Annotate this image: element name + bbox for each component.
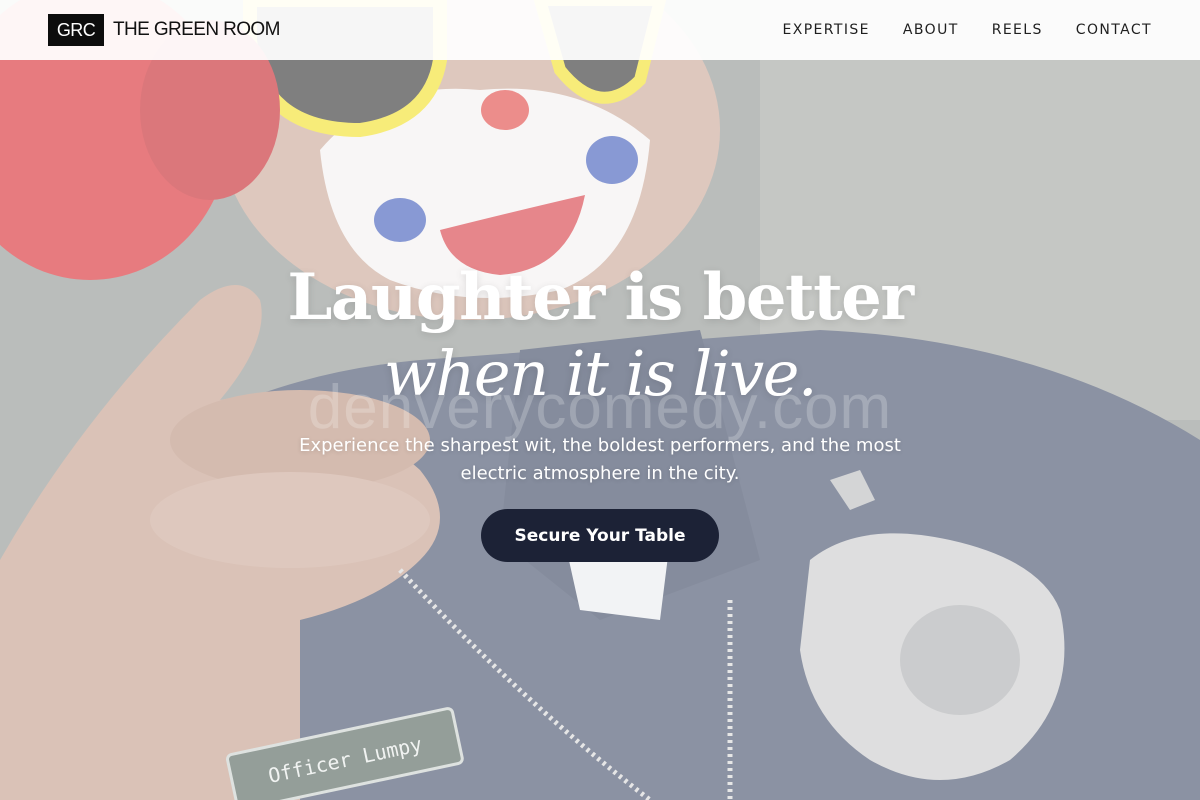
headline-line-1: Laughter is better <box>287 260 914 335</box>
hero-headline: Laughter is better when it is live. <box>0 258 1200 410</box>
nav-item-expertise[interactable]: EXPERTISE <box>782 22 869 38</box>
main-nav: EXPERTISE ABOUT REELS CONTACT <box>782 22 1152 38</box>
hero-content: Laughter is better when it is live. Expe… <box>0 258 1200 562</box>
headline-line-2: when it is live. <box>383 337 818 410</box>
brand-name: THE GREEN ROOM <box>113 19 280 40</box>
top-navbar: GRC THE GREEN ROOM EXPERTISE ABOUT REELS… <box>0 0 1200 60</box>
brand-home-link[interactable]: GRC THE GREEN ROOM <box>48 14 280 46</box>
nav-item-reels[interactable]: REELS <box>992 22 1043 38</box>
nav-item-contact[interactable]: CONTACT <box>1076 22 1152 38</box>
secure-table-button[interactable]: Secure Your Table <box>481 509 719 562</box>
hero-subtext: Experience the sharpest wit, the boldest… <box>299 435 901 484</box>
nav-item-about[interactable]: ABOUT <box>903 22 959 38</box>
brand-logo: GRC <box>48 14 104 46</box>
